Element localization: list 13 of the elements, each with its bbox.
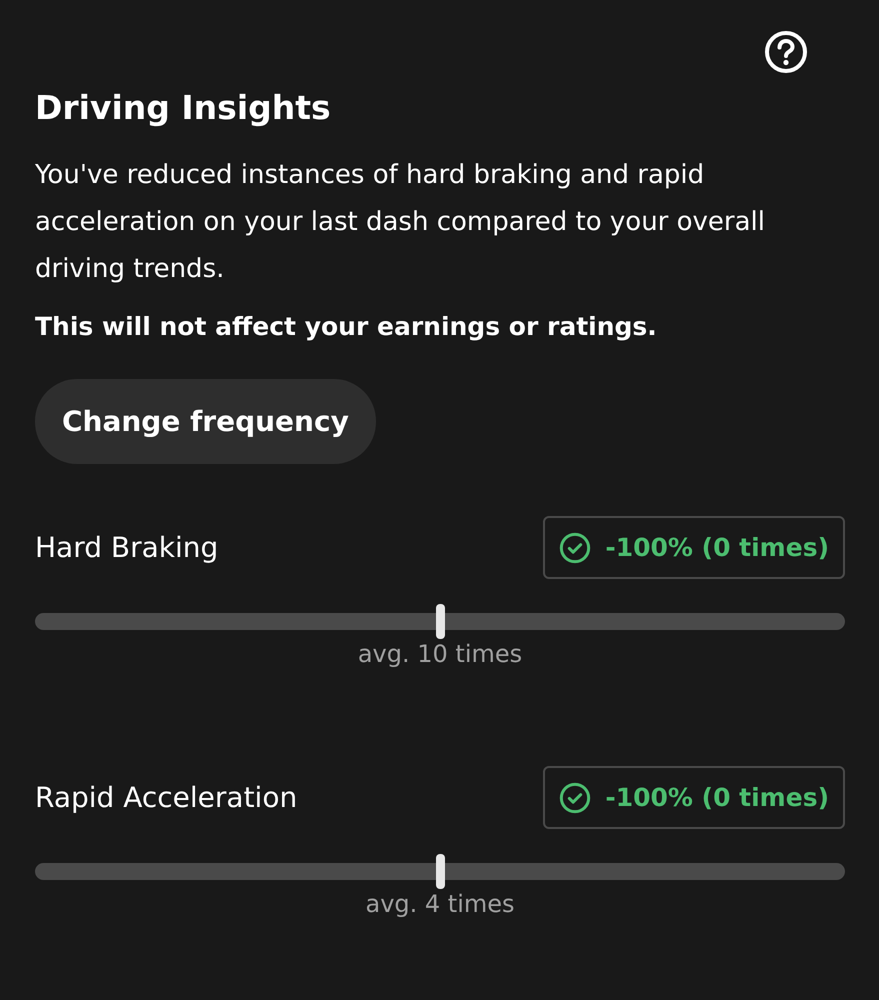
- note-text: This will not affect your earnings or ratings.: [35, 311, 658, 343]
- result-badge: -100% (0 times): [543, 766, 845, 829]
- result-badge: -100% (0 times): [543, 516, 845, 579]
- metric-label: Rapid Acceleration: [35, 781, 298, 814]
- check-circle-icon: [559, 782, 592, 814]
- description-text: You've reduced instances of hard braking and rapid acceleration on your last dash compared to your overall driving trends.: [35, 159, 766, 286]
- metric-label: Hard Braking: [35, 531, 218, 564]
- check-circle-icon: [559, 532, 592, 564]
- change-frequency-button[interactable]: Change frequency: [35, 379, 376, 464]
- average-text: avg. 4 times: [365, 890, 515, 918]
- page-title: Driving Insights: [35, 87, 332, 129]
- help-icon[interactable]: [764, 30, 808, 74]
- average-text: avg. 10 times: [358, 640, 522, 668]
